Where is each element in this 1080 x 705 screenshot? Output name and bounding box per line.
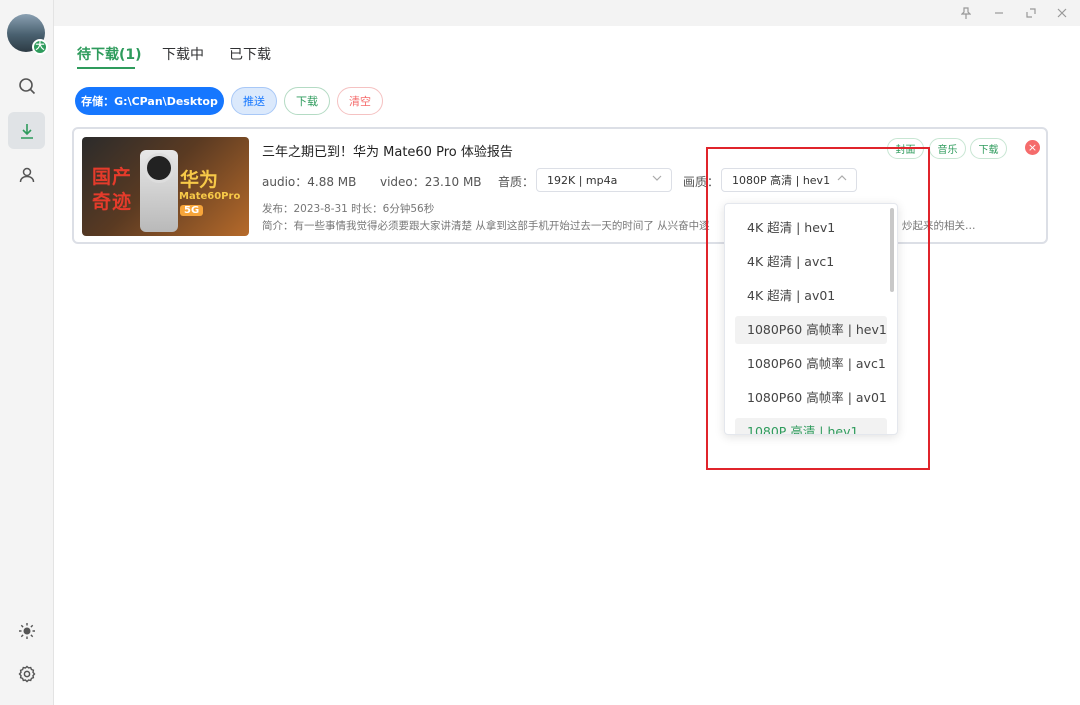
tab-downloaded[interactable]: 已下载 bbox=[229, 44, 271, 64]
user-icon bbox=[19, 167, 34, 182]
download-icon bbox=[20, 123, 33, 139]
sidebar-item-download[interactable] bbox=[8, 112, 45, 149]
title-bar bbox=[54, 0, 1080, 26]
restore-icon[interactable] bbox=[1021, 3, 1041, 23]
avatar[interactable]: 大 bbox=[7, 14, 48, 55]
tab-pending[interactable]: 待下载(1) bbox=[77, 44, 142, 64]
minimize-icon[interactable] bbox=[989, 3, 1009, 23]
quality-option-selected[interactable]: 1080P 高清 | hev1 bbox=[735, 418, 887, 434]
clear-button[interactable]: 清空 bbox=[337, 87, 383, 115]
cover-button[interactable]: 封面 bbox=[887, 138, 924, 159]
quality-option[interactable]: 4K 超清 | avc1 bbox=[735, 248, 887, 276]
sidebar-item-search[interactable] bbox=[8, 67, 45, 104]
tab-active-indicator bbox=[77, 67, 135, 69]
thumbnail-text-5g: 5G bbox=[180, 205, 204, 216]
storage-path-button[interactable]: 存储：G:\CPan\Desktop bbox=[75, 87, 224, 115]
camera-graphic bbox=[144, 153, 174, 183]
audio-quality-label: 音质： bbox=[498, 175, 535, 189]
tab-downloading[interactable]: 下载中 bbox=[162, 44, 204, 64]
pin-icon[interactable] bbox=[956, 3, 976, 23]
quality-option[interactable]: 1080P60 高帧率 | avc1 bbox=[735, 350, 887, 378]
thumbnail-text-brand: 华为 bbox=[180, 169, 219, 191]
settings-icon[interactable] bbox=[17, 664, 37, 684]
quality-option[interactable]: 1080P60 高帧率 | hev1 bbox=[735, 316, 887, 344]
quality-option[interactable]: 4K 超清 | av01 bbox=[735, 282, 887, 310]
sidebar-item-user[interactable] bbox=[8, 156, 45, 193]
chevron-up-icon bbox=[837, 173, 847, 186]
thumbnail-text-red: 国产 奇迹 bbox=[92, 166, 133, 213]
publish-info: 发布：2023-8-31 时长：6分钟56秒 bbox=[262, 203, 435, 215]
quality-option[interactable]: 1080P60 高帧率 | av01 bbox=[735, 384, 887, 412]
avatar-badge: 大 bbox=[32, 39, 48, 55]
close-icon[interactable] bbox=[1052, 3, 1072, 23]
audio-quality-select[interactable]: 192K | mp4a bbox=[536, 168, 672, 192]
video-summary-tail: 炒起来的相关… bbox=[902, 220, 976, 232]
chevron-down-icon bbox=[652, 173, 662, 186]
music-button[interactable]: 音乐 bbox=[929, 138, 966, 159]
download-button[interactable]: 下载 bbox=[970, 138, 1007, 159]
sidebar: 大 bbox=[0, 0, 54, 705]
quality-option[interactable]: 4K 超清 | hev1 bbox=[735, 214, 887, 242]
video-title: 三年之期已到！华为 Mate60 Pro 体验报告 bbox=[262, 145, 513, 160]
video-summary: 简介：有一些事情我觉得必须要跟大家讲清楚 从拿到这部手机开始过去一天的时间了 从… bbox=[262, 220, 710, 232]
video-quality-value: 1080P 高清 | hev1 bbox=[732, 174, 831, 187]
audio-quality-value: 192K | mp4a bbox=[547, 173, 618, 187]
search-icon bbox=[18, 77, 35, 94]
video-size: video：23.10 MB bbox=[380, 175, 482, 189]
download-item-card: 国产 奇迹 华为 Mate60Pro 5G 三年之期已到！华为 Mate60 P… bbox=[72, 127, 1048, 244]
brightness-icon[interactable] bbox=[17, 621, 37, 641]
remove-item-icon[interactable]: × bbox=[1025, 140, 1040, 155]
push-button[interactable]: 推送 bbox=[231, 87, 277, 115]
audio-size: audio：4.88 MB bbox=[262, 175, 357, 189]
video-quality-label: 画质： bbox=[683, 175, 720, 189]
dropdown-scrollbar[interactable] bbox=[890, 208, 894, 292]
video-thumbnail[interactable]: 国产 奇迹 华为 Mate60Pro 5G bbox=[82, 137, 249, 236]
video-quality-dropdown: 4K 超清 | hev1 4K 超清 | avc1 4K 超清 | av01 1… bbox=[724, 203, 898, 435]
video-quality-select[interactable]: 1080P 高清 | hev1 bbox=[721, 168, 857, 192]
app-window: 大 待下载(1) 下载中 已下载 存储：G:\CPan\Desktop 推送 下… bbox=[0, 0, 1080, 705]
download-all-button[interactable]: 下载 bbox=[284, 87, 330, 115]
thumbnail-text-model: Mate60Pro bbox=[179, 191, 241, 202]
